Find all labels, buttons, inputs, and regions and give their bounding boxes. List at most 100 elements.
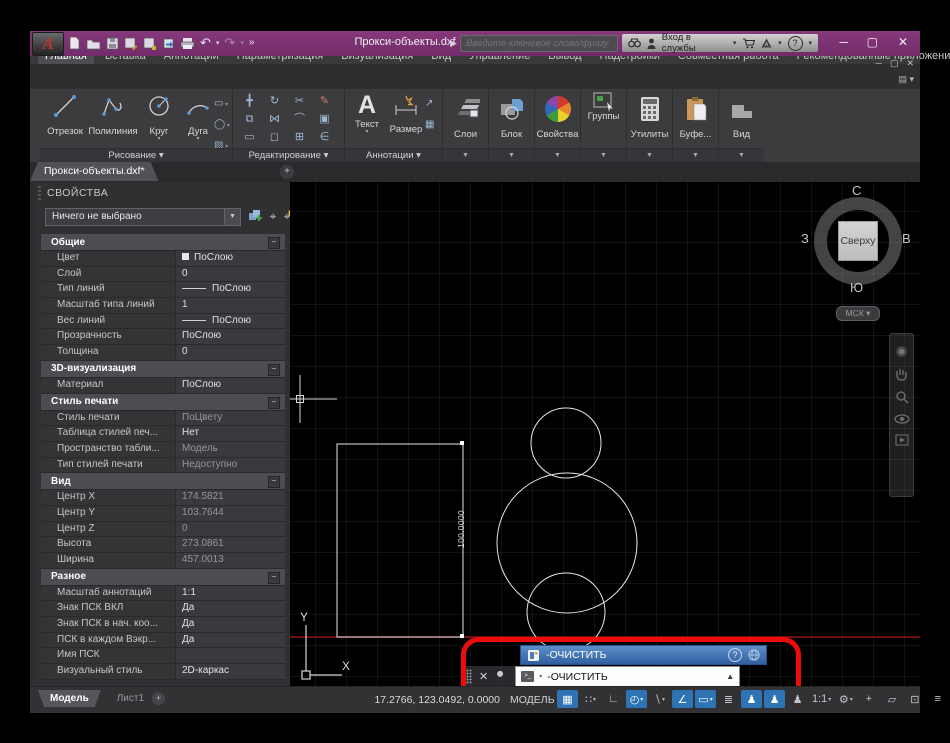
- internet-search-globe-icon[interactable]: [748, 649, 760, 661]
- property-row[interactable]: Таблица стилей печ...Нет: [41, 426, 285, 442]
- command-line-grip[interactable]: [466, 669, 472, 684]
- command-suggestion-row[interactable]: -ОЧИСТИТЬ ?: [520, 645, 767, 665]
- dimension-tool[interactable]: Размер: [387, 92, 425, 135]
- property-row[interactable]: Визуальный стиль2D-каркас: [41, 664, 285, 680]
- multileader-icon[interactable]: ↗: [425, 93, 434, 111]
- property-row[interactable]: ЦветПоСлою: [41, 251, 285, 267]
- doc-close-icon[interactable]: ✕: [906, 58, 914, 69]
- section-header[interactable]: Стиль печати−: [41, 394, 285, 411]
- ribbon-display-toggle[interactable]: ▤ ▾: [898, 74, 914, 85]
- utilities-panel-caret[interactable]: ▼: [627, 148, 672, 162]
- arc-tool[interactable]: Дуга ▾: [180, 92, 216, 141]
- showmotion-icon[interactable]: [895, 434, 909, 446]
- layers-panel-caret[interactable]: ▼: [443, 148, 488, 162]
- property-row[interactable]: Центр X174.5821: [41, 490, 285, 506]
- property-row[interactable]: Центр Y103.7644: [41, 506, 285, 522]
- help-icon[interactable]: ?: [788, 36, 803, 51]
- undo-icon[interactable]: ↶: [200, 35, 211, 51]
- utilities-panel[interactable]: Утилиты ▼: [627, 89, 673, 162]
- large-circle-object[interactable]: [497, 473, 637, 613]
- signin-caret[interactable]: ▾: [733, 39, 737, 47]
- polar-tracking-toggle[interactable]: ◴▾: [626, 690, 647, 708]
- property-row[interactable]: Тип стилей печатиНедоступно: [41, 458, 285, 474]
- apps-caret[interactable]: ▾: [778, 39, 782, 47]
- grid-display-toggle[interactable]: ▦▾: [557, 690, 578, 708]
- clean-screen-button[interactable]: ⊡▾: [904, 690, 925, 708]
- drawing-canvas[interactable]: Y X 100.0000 С З В Ю Сверху МСК ▾ ◉ -ОЧИ…: [290, 182, 920, 686]
- command-input-field[interactable]: >_ ▾ ▲: [515, 666, 740, 686]
- app-logo-button[interactable]: A: [32, 32, 64, 56]
- dynamic-input-toggle[interactable]: ▭▾: [695, 690, 716, 708]
- small-bottom-circle-object[interactable]: [527, 573, 605, 651]
- mirror-icon[interactable]: ⋈: [262, 110, 287, 128]
- compass-north-label[interactable]: С: [852, 183, 861, 198]
- signin-user-icon[interactable]: [647, 38, 656, 49]
- section-header[interactable]: Вид−: [41, 473, 285, 490]
- property-row[interactable]: Тип линийПоСлою: [41, 282, 285, 298]
- move-icon[interactable]: ╋: [237, 92, 262, 110]
- command-input[interactable]: [547, 671, 721, 683]
- search-binoculars-icon[interactable]: [628, 38, 641, 48]
- recent-commands-caret[interactable]: ▾: [539, 673, 542, 680]
- rectangle-object[interactable]: [337, 444, 463, 637]
- erase-icon[interactable]: ✎: [312, 92, 337, 110]
- layout-tab[interactable]: Лист1: [105, 690, 156, 707]
- save-icon[interactable]: [106, 37, 119, 50]
- workspace-switching-button[interactable]: ⚙▾: [835, 690, 856, 708]
- line-tool[interactable]: Отрезок: [42, 92, 88, 137]
- dimension-grip[interactable]: [460, 634, 464, 638]
- collapse-icon[interactable]: −: [268, 572, 280, 584]
- new-layout-button[interactable]: +: [152, 692, 165, 705]
- viewcube-top-face[interactable]: Сверху: [838, 221, 878, 261]
- exchange-apps-icon[interactable]: A: [761, 38, 772, 48]
- property-row[interactable]: Высота273.0861: [41, 537, 285, 553]
- small-top-circle-object[interactable]: [531, 408, 601, 478]
- view-panel[interactable]: Вид ▼: [719, 89, 764, 162]
- clipboard-panel-caret[interactable]: ▼: [673, 148, 718, 162]
- fillet-icon[interactable]: ⌒: [287, 110, 312, 128]
- print-icon[interactable]: [180, 37, 195, 50]
- navigation-wheel-icon[interactable]: ◉: [896, 344, 907, 358]
- property-row[interactable]: Знак ПСК ВКЛДа: [41, 601, 285, 617]
- undo-dropdown-caret[interactable]: ▾: [216, 39, 220, 47]
- properties-panel-button[interactable]: Свойства ▼: [535, 89, 581, 162]
- help-caret[interactable]: ▾: [809, 39, 813, 47]
- toggle-dropdown-caret[interactable]: ▾: [710, 696, 713, 703]
- annotation-scale-value[interactable]: 1:1▾: [810, 690, 833, 708]
- lineweight-toggle[interactable]: ≣▾: [718, 690, 739, 708]
- isolate-objects-button[interactable]: ▱▾: [881, 690, 902, 708]
- orbit-icon[interactable]: [894, 413, 910, 425]
- property-row[interactable]: Пространство табли...Модель: [41, 442, 285, 458]
- help-search-input[interactable]: [460, 35, 618, 52]
- toggle-dropdown-caret[interactable]: ▾: [850, 696, 853, 703]
- offset-icon[interactable]: ∈: [312, 128, 337, 146]
- minimize-button[interactable]: ─: [839, 35, 848, 49]
- command-close-icon[interactable]: ✕: [479, 670, 488, 683]
- toggle-pickadd-icon[interactable]: [247, 209, 263, 225]
- ellipse-tool-icon[interactable]: ◯ ▾: [214, 114, 230, 132]
- collapse-icon[interactable]: −: [268, 397, 280, 409]
- array-icon[interactable]: ⊞: [287, 128, 312, 146]
- annotation-visibility-toggle[interactable]: ♟▾: [741, 690, 762, 708]
- ortho-mode-toggle[interactable]: ∟▾: [603, 690, 624, 708]
- rectangle-tool-icon[interactable]: ▭ ▾: [214, 93, 230, 111]
- draw-panel-title[interactable]: Рисование ▾: [40, 148, 232, 162]
- circle-dropdown-caret[interactable]: ▾: [138, 137, 180, 141]
- new-drawing-tab-button[interactable]: +: [280, 165, 294, 179]
- collapse-icon[interactable]: −: [268, 364, 280, 376]
- table-icon[interactable]: ▦: [425, 114, 434, 132]
- property-row[interactable]: Масштаб типа линий1: [41, 298, 285, 314]
- collapse-icon[interactable]: −: [268, 476, 280, 488]
- plus-customization-button[interactable]: +▾: [858, 690, 879, 708]
- modify-panel-title[interactable]: Редактирование ▾: [233, 148, 344, 162]
- collapse-icon[interactable]: −: [268, 237, 280, 249]
- redo-dropdown-caret[interactable]: ▾: [240, 39, 244, 47]
- property-row[interactable]: Ширина457.0013: [41, 553, 285, 569]
- text-dropdown-caret[interactable]: ▾: [347, 130, 387, 134]
- object-snap-toggle[interactable]: ∠▾: [672, 690, 693, 708]
- trim-icon[interactable]: ✂: [287, 92, 312, 110]
- property-row[interactable]: Знак ПСК в нач. коо...Да: [41, 617, 285, 633]
- signin-label[interactable]: Вход в службы: [662, 32, 727, 54]
- layout-tab[interactable]: Модель: [38, 690, 101, 707]
- property-row[interactable]: Центр Z0: [41, 522, 285, 538]
